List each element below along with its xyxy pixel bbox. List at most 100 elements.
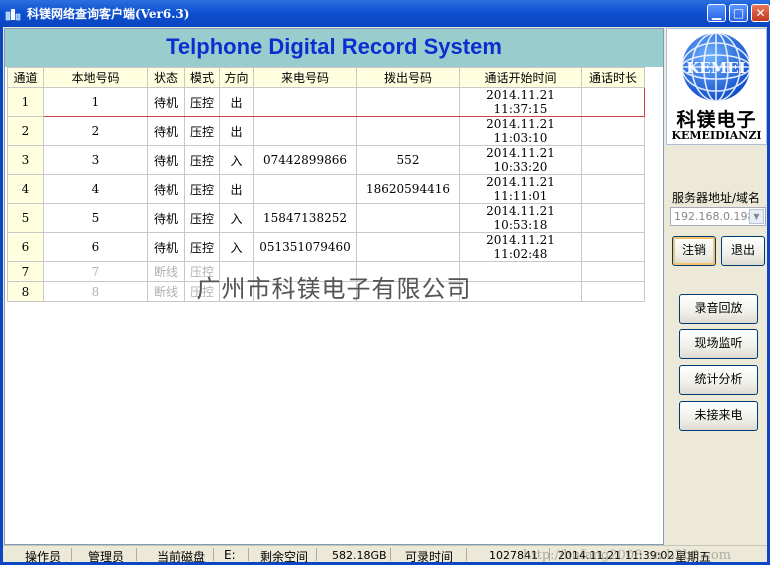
operator-label: 操作员 (25, 550, 62, 564)
close-button[interactable]: ✕ (751, 4, 770, 22)
row-channel-cell[interactable]: 4 (7, 174, 44, 204)
maximize-button[interactable]: □ (729, 4, 748, 22)
chevron-down-icon[interactable]: ▼ (749, 209, 764, 224)
cell-direction: 入 (219, 145, 254, 175)
app-icon (5, 9, 21, 21)
cell-duration (581, 203, 645, 233)
free-space-value: 582.18GB (332, 549, 387, 562)
row-channel-cell[interactable]: 1 (7, 87, 44, 117)
cell-duration (581, 232, 645, 262)
cell-mode: 压控 (184, 116, 220, 146)
status-divider (213, 548, 214, 561)
cell-duration (581, 174, 645, 204)
cell-mode: 压控 (184, 145, 220, 175)
table-row[interactable]: 5 5 待机 压控入 15847138252 2014.11.21 10:53:18 (7, 203, 645, 233)
logo-emblem-text: KEMEI (686, 59, 746, 77)
cell-state: 待机 (147, 145, 185, 175)
cell-duration (581, 145, 645, 175)
status-divider (248, 548, 249, 561)
cell-outgoing-number (356, 116, 460, 146)
cell-local-number: 6 (43, 232, 148, 262)
cell-direction: 入 (219, 203, 254, 233)
col-channel[interactable]: 通道 (7, 67, 44, 88)
table-header-row: 通道 本地号码 状态 模式 方向 来电号码 拨出号码 通话开始时间 通话时长 (7, 67, 645, 88)
cell-start-time: 2014.11.21 10:33:20 (459, 145, 582, 175)
status-divider (316, 548, 317, 561)
playback-button[interactable]: 录音回放 (679, 294, 758, 324)
cell-duration (581, 87, 645, 117)
globe-icon: KEMEI (681, 32, 751, 102)
record-time-label: 可录时间 (405, 550, 454, 564)
col-outgoing-number[interactable]: 拨出号码 (356, 67, 460, 88)
status-divider (71, 548, 72, 561)
col-mode[interactable]: 模式 (184, 67, 220, 88)
col-incoming-number[interactable]: 来电号码 (253, 67, 357, 88)
cell-incoming-number: 07442899866 (253, 145, 357, 175)
row-channel-cell[interactable]: 3 (7, 145, 44, 175)
channel-table[interactable]: 通道 本地号码 状态 模式 方向 来电号码 拨出号码 通话开始时间 通话时长 1… (7, 67, 645, 302)
table-row[interactable]: 3 3 待机 压控入 07442899866 552 2014.11.21 10:33:20 (7, 145, 645, 175)
status-divider (390, 548, 391, 561)
col-direction[interactable]: 方向 (219, 67, 254, 88)
cell-mode: 压控 (184, 174, 220, 204)
main-panel: Telphone Digital Record System 通道 本地号码 状… (4, 28, 664, 545)
server-address-select[interactable]: 192.168.0.198 ▼ (670, 207, 766, 226)
row-channel-cell[interactable]: 2 (7, 116, 44, 146)
cell-mode: 压控 (184, 87, 220, 117)
cell-outgoing-number (356, 232, 460, 262)
title-bar[interactable]: 科镁网络查询客户端(Ver6.3) ▁ □ ✕ (0, 0, 770, 27)
cell-state: 待机 (147, 116, 185, 146)
table-row[interactable]: 6 6 待机 压控入 051351079460 2014.11.21 11:02:48 (7, 232, 645, 262)
cell-start-time: 2014.11.21 11:37:15 (459, 87, 582, 117)
cell-outgoing-number (356, 203, 460, 233)
cell-start-time: 2014.11.21 11:02:48 (459, 232, 582, 262)
status-divider (466, 548, 467, 561)
server-address-value: 192.168.0.198 (674, 210, 755, 223)
table-row[interactable]: 1 1 待机 压控出 2014.11.21 11:37:15 (7, 87, 645, 117)
window-title: 科镁网络查询客户端(Ver6.3) (27, 7, 190, 21)
cell-state: 待机 (147, 203, 185, 233)
disk-label: 当前磁盘 (157, 550, 206, 564)
cell-direction: 出 (219, 116, 254, 146)
exit-button[interactable]: 退出 (721, 236, 765, 266)
cell-direction: 出 (219, 174, 254, 204)
table-row[interactable]: 2 2 待机 压控出 2014.11.21 11:03:10 (7, 116, 645, 146)
col-duration[interactable]: 通话时长 (581, 67, 645, 88)
status-bar: 操作员 管理员 当前磁盘 E: 剩余空间 582.18GB 可录时间 10278… (3, 545, 767, 564)
minimize-button[interactable]: ▁ (707, 4, 726, 22)
cell-incoming-number: 15847138252 (253, 203, 357, 233)
cell-incoming-number (253, 116, 357, 146)
cell-state: 待机 (147, 232, 185, 262)
cell-state: 待机 (147, 174, 185, 204)
cell-local-number: 3 (43, 145, 148, 175)
cell-incoming-number (253, 87, 357, 117)
col-state[interactable]: 状态 (147, 67, 185, 88)
cell-outgoing-number (356, 87, 460, 117)
col-local-number[interactable]: 本地号码 (43, 67, 148, 88)
company-logo: KEMEI 科镁电子 KEMEIDIANZI (666, 28, 767, 145)
row-channel-cell[interactable]: 5 (7, 203, 44, 233)
cell-duration (581, 116, 645, 146)
missed-calls-button[interactable]: 未接来电 (679, 401, 758, 431)
disk-value: E: (224, 548, 236, 562)
client-area: Telphone Digital Record System 通道 本地号码 状… (3, 27, 767, 564)
logout-button[interactable]: 注销 (672, 236, 716, 266)
site-watermark: http://hufang2008.cn.b2b0.com (523, 548, 732, 563)
monitor-button[interactable]: 现场监听 (679, 329, 758, 359)
company-watermark: 广州市科镁电子有限公司 (196, 275, 472, 303)
table-row[interactable]: 4 4 待机 压控出 18620594416 2014.11.21 11:11:01 (7, 174, 645, 204)
cell-mode: 压控 (184, 203, 220, 233)
cell-local-number: 1 (43, 87, 148, 117)
cell-mode: 压控 (184, 232, 220, 262)
free-space-label: 剩余空间 (260, 550, 309, 564)
cell-outgoing-number: 552 (356, 145, 460, 175)
server-address-label: 服务器地址/域名 (672, 191, 761, 205)
cell-local-number: 5 (43, 203, 148, 233)
banner: Telphone Digital Record System (5, 29, 663, 67)
col-start-time[interactable]: 通话开始时间 (459, 67, 582, 88)
operator-value: 管理员 (88, 550, 125, 564)
row-channel-cell[interactable]: 6 (7, 232, 44, 262)
statistics-button[interactable]: 统计分析 (679, 365, 758, 395)
system-title: Telphone Digital Record System (166, 34, 502, 59)
cell-outgoing-number: 18620594416 (356, 174, 460, 204)
